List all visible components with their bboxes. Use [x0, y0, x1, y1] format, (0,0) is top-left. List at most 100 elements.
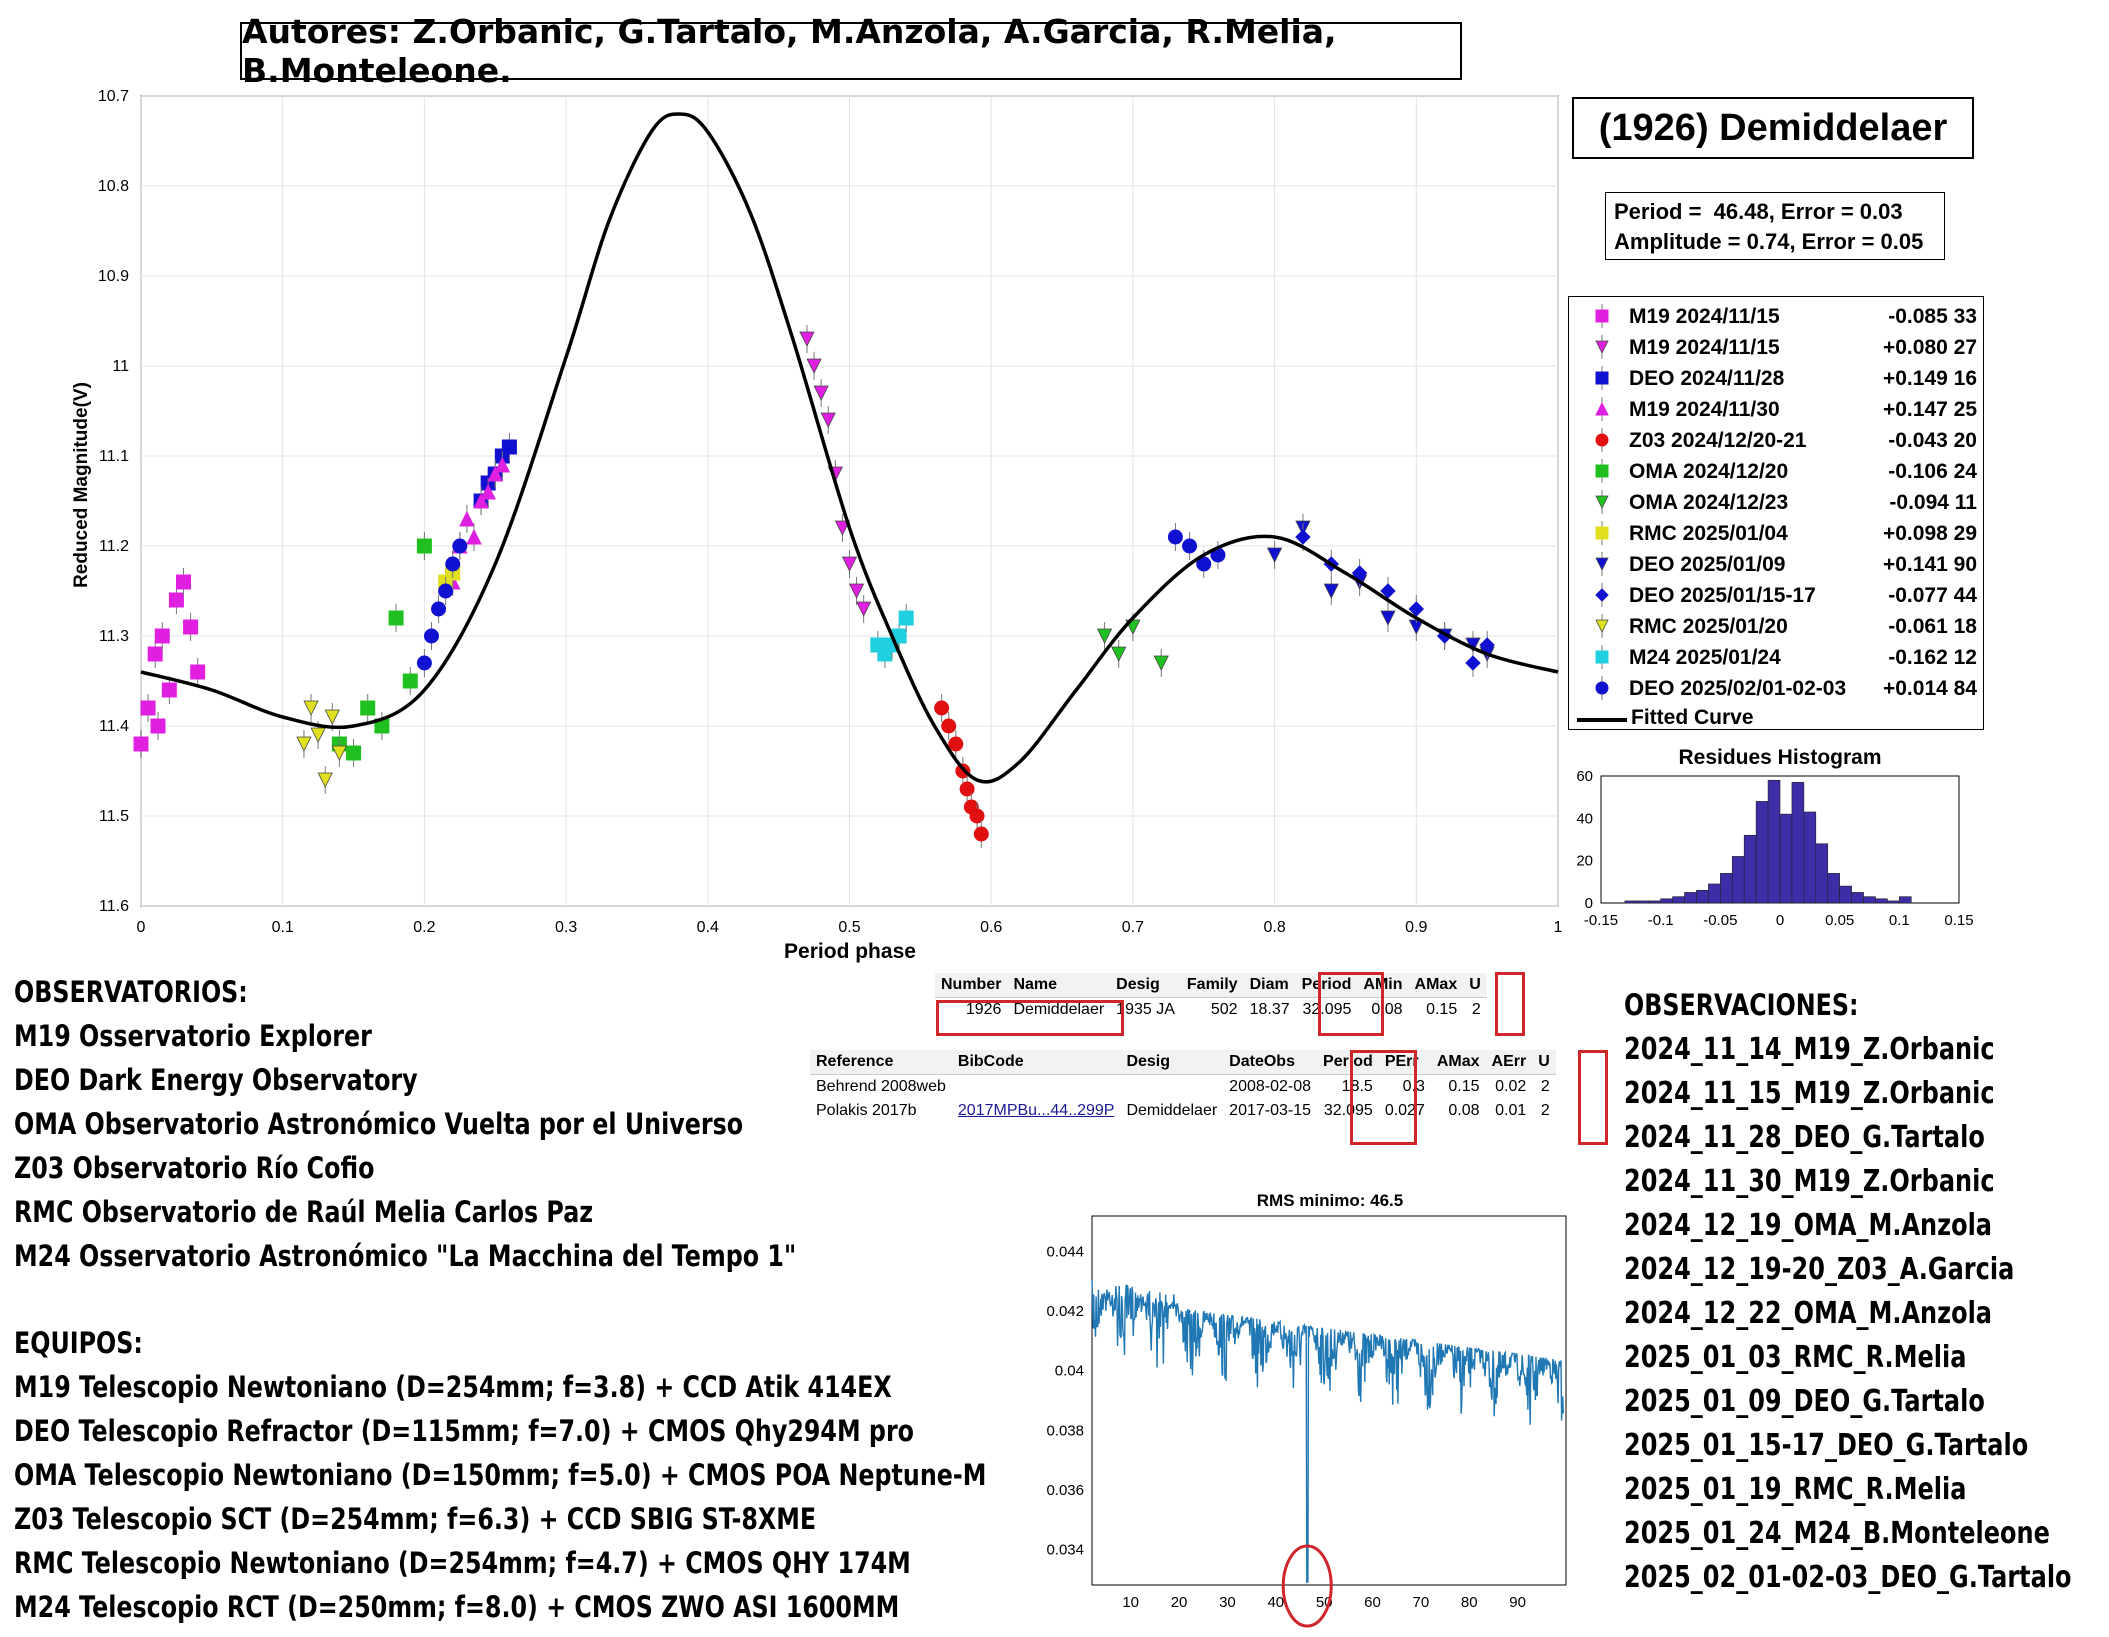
legend-offset: -0.077 44 [1888, 584, 1977, 607]
equipos-heading: EQUIPOS: [14, 1326, 143, 1360]
legend-marker-swatch [1595, 428, 1609, 452]
y-tick-label: 11.3 [99, 628, 129, 645]
object-title-box: (1926) Demiddelaer [1572, 97, 1974, 159]
legend-marker [1595, 309, 1609, 323]
list-item: OMA Telescopio Newtoniano (D=150mm; f=5.… [14, 1458, 987, 1492]
histogram-bar [1731, 856, 1745, 904]
data-point [445, 556, 461, 572]
histogram-bar [1851, 892, 1864, 904]
bibcode-link[interactable]: 2017MPBu...44..299P [952, 1099, 1121, 1123]
legend-label: M19 2024/11/30 [1629, 398, 1780, 421]
histogram-title: Residues Histogram [1678, 746, 1881, 769]
y-tick-label: 11.6 [99, 898, 129, 915]
y-tick-label: 11.1 [99, 448, 129, 465]
legend-marker-swatch [1595, 304, 1609, 328]
equipos-section: EQUIPOS: M19 Telescopio Newtoniano (D=25… [14, 1326, 1200, 1634]
x-tick-label: 0 [1776, 912, 1784, 929]
x-tick-label: 90 [1509, 1594, 1526, 1611]
chart-legend: M19 2024/11/15 -0.085 33 M19 2024/11/15 +0.… [1568, 296, 1984, 730]
data-point [416, 655, 432, 671]
histogram-bar [1803, 811, 1817, 904]
y-tick-label: 40 [1576, 810, 1593, 827]
data-point [501, 439, 517, 455]
histogram-bar [1672, 896, 1685, 904]
legend-offset: -0.085 33 [1888, 305, 1977, 328]
x-tick-label: 0 [137, 919, 146, 936]
list-item: DEO Dark Energy Observatory [14, 1063, 418, 1097]
x-tick-label: -0.15 [1584, 912, 1618, 929]
legend-entry: DEO 2025/01/09 +0.141 90 [1569, 549, 1983, 580]
data-point [346, 745, 362, 761]
data-point [150, 718, 166, 734]
list-item: 2025_01_15-17_DEO_G.Tartalo [1624, 1428, 2029, 1463]
list-item: 2025_01_09_DEO_G.Tartalo [1624, 1384, 1985, 1419]
histogram-bar [1899, 896, 1912, 904]
data-point [360, 700, 376, 716]
legend-offset: +0.149 16 [1882, 367, 1977, 390]
data-point [183, 619, 199, 635]
list-item: M19 Osservatorio Explorer [14, 1019, 372, 1053]
legend-marker [1595, 371, 1609, 385]
histogram-bar [1660, 898, 1673, 904]
legend-marker [1595, 681, 1609, 695]
legend-offset: +0.014 84 [1882, 677, 1977, 700]
data-point [898, 610, 914, 626]
legend-entry: M19 2024/11/15 +0.080 27 [1569, 332, 1983, 363]
legend-label: DEO 2025/02/01-02-03 [1629, 677, 1847, 700]
data-point [431, 601, 447, 617]
data-point [973, 826, 989, 842]
x-tick-label: -0.1 [1648, 912, 1674, 929]
table-cell: 0.02 [1495, 1078, 1527, 1095]
histogram-bar [1887, 900, 1900, 904]
legend-marker [1595, 526, 1609, 540]
legend-entry: M24 2025/01/24 -0.162 12 [1569, 642, 1983, 673]
histogram-bar [1684, 892, 1697, 904]
table-cell: 2 [1540, 1102, 1550, 1119]
histogram-bar [1720, 873, 1733, 904]
observatorios-heading: OBSERVATORIOS: [14, 975, 248, 1009]
y-tick-label: 60 [1576, 768, 1593, 785]
legend-marker [1595, 340, 1609, 354]
histogram-bar [1767, 779, 1781, 904]
data-point [147, 646, 163, 662]
list-item: M24 Osservatorio Astronómico "La Macchin… [14, 1239, 797, 1273]
highlight-period-box [1318, 972, 1384, 1036]
table-cell: 2 [1540, 1078, 1550, 1095]
table-cell: 2017-03-15 [1229, 1102, 1312, 1119]
table-cell: 0.15 [1448, 1078, 1480, 1095]
x-tick-label: 80 [1461, 1594, 1478, 1611]
data-point [140, 700, 156, 716]
x-axis-label: Period phase [784, 940, 916, 963]
legend-entry: Z03 2024/12/20-21 -0.043 20 [1569, 425, 1983, 456]
legend-marker [1595, 557, 1609, 571]
list-item: M24 Telescopio RCT (D=250mm; f=8.0) + CM… [14, 1590, 900, 1624]
histogram-bar [1755, 801, 1769, 904]
legend-label: Fitted Curve [1631, 706, 1754, 729]
histogram-bar [1624, 900, 1638, 904]
table-header-cell: AMax [1430, 1050, 1486, 1075]
y-tick-label: 11.5 [99, 808, 129, 825]
data-point [154, 628, 170, 644]
fit-parameters-box: Period = 46.48, Error = 0.03 Amplitude =… [1605, 192, 1945, 260]
list-item: 2024_11_30_M19_Z.Orbanic [1624, 1164, 1995, 1199]
data-point [1182, 538, 1198, 554]
table-header-cell: Diam [1243, 973, 1296, 998]
legend-offset: -0.162 12 [1888, 646, 1977, 669]
x-tick-label: 0.4 [697, 919, 719, 936]
x-tick-label: 0.05 [1825, 912, 1854, 929]
legend-label: OMA 2024/12/20 [1629, 460, 1789, 483]
amplitude-line: Amplitude = 0.74, Error = 0.05 [1614, 229, 1924, 254]
table-cell: 18.37 [1249, 1001, 1290, 1018]
table-cell: 0.08 [1448, 1102, 1480, 1119]
legend-marker [1595, 588, 1609, 602]
list-item: Z03 Telescopio SCT (D=254mm; f=6.3) + CC… [14, 1502, 817, 1536]
y-tick-label: 20 [1576, 853, 1593, 870]
legend-entry: DEO 2025/01/15-17 -0.077 44 [1569, 580, 1983, 611]
table-cell: 502 [1210, 1001, 1238, 1018]
legend-marker [1595, 401, 1609, 416]
list-item: DEO Telescopio Refractor (D=115mm; f=7.0… [14, 1414, 915, 1448]
data-point [423, 628, 439, 644]
table-cell: 0.01 [1495, 1102, 1527, 1119]
legend-entry: OMA 2024/12/23 -0.094 11 [1569, 487, 1983, 518]
data-point [402, 673, 418, 689]
